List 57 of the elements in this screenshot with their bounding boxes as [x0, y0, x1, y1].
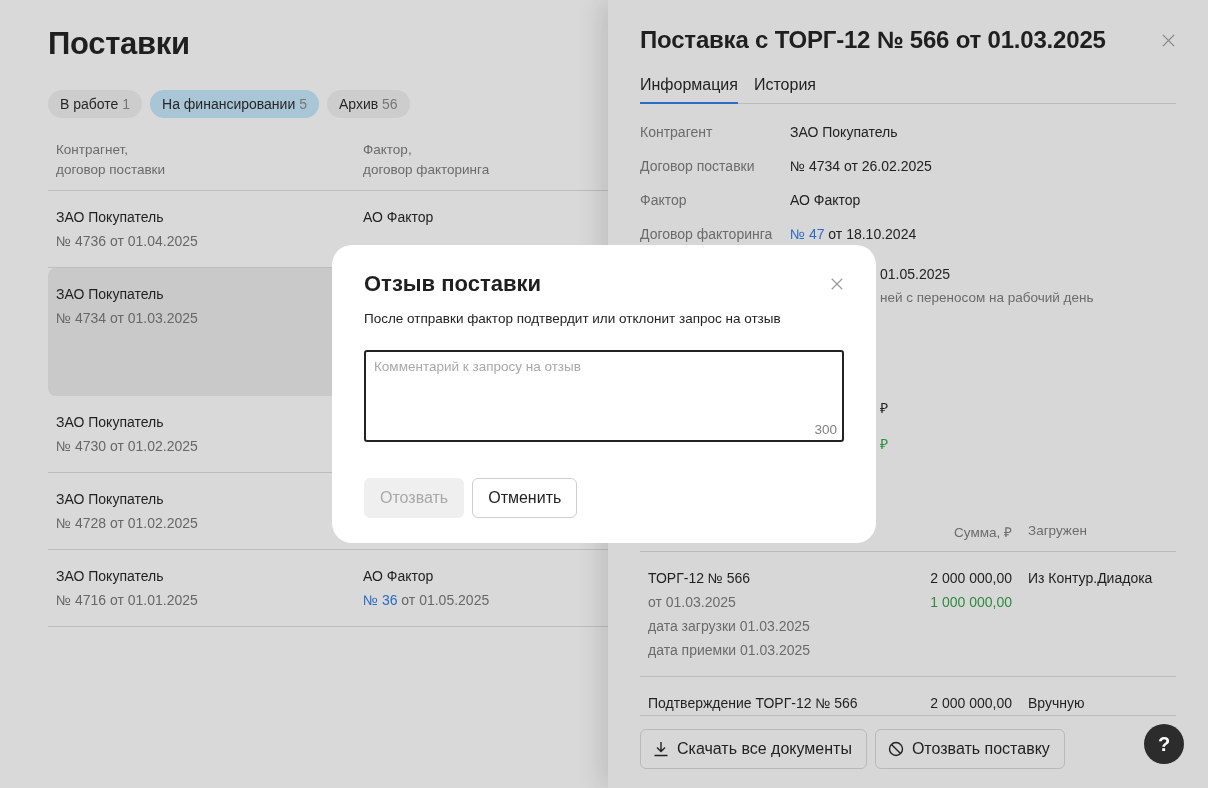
- download-icon: [653, 741, 669, 757]
- funded-amount: 1 000 000,00: [929, 593, 1012, 612]
- column-header: Контрагнет, договор поставки: [56, 141, 167, 179]
- field-label: Договор поставки: [640, 158, 756, 176]
- revoke-button[interactable]: Отозвать поставку: [874, 729, 1065, 769]
- prohibited-icon: [887, 741, 904, 757]
- factor-name: АО Фактор: [363, 567, 435, 586]
- tab[interactable]: Информация: [640, 76, 738, 104]
- column-header: Сумма, ₽: [953, 524, 1012, 541]
- field-value: № 4734 от 26.02.2025: [790, 158, 932, 174]
- counterparty-name: ЗАО Покупатель: [56, 413, 165, 432]
- field-label: Фактор: [640, 192, 688, 210]
- close-icon[interactable]: [1161, 32, 1176, 48]
- cancel-button[interactable]: Отменить: [472, 478, 578, 518]
- field-label: Договор факторинга: [640, 226, 774, 244]
- counterparty-name: ЗАО Покупатель: [56, 285, 165, 304]
- column-header: Загружен: [1028, 523, 1088, 540]
- document-detail: от 01.03.2025: [648, 593, 737, 612]
- field-value: 01.05.2025: [880, 266, 952, 284]
- page-title: Поставки: [48, 26, 191, 63]
- counterparty-name: ЗАО Покупатель: [56, 567, 165, 586]
- contract-link[interactable]: № 47: [790, 226, 825, 242]
- download-button[interactable]: Скачать все документы: [640, 729, 867, 769]
- filter-chip[interactable]: В работе 1: [48, 90, 143, 118]
- contract-link[interactable]: № 36: [363, 592, 398, 608]
- contract-number: № 4736 от 01.04.2025: [56, 232, 199, 251]
- field-value: ₽: [880, 399, 889, 418]
- document-name: Подтверждение ТОРГ-12 № 566: [648, 694, 859, 713]
- document-detail: дата загрузки 01.03.2025: [648, 617, 811, 636]
- document-name: ТОРГ-12 № 566: [648, 569, 752, 588]
- character-limit: 300: [814, 422, 837, 437]
- factor-name: АО Фактор: [363, 208, 435, 227]
- document-source: Из Контур.Диадока: [1028, 569, 1154, 588]
- panel-title: Поставка с ТОРГ-12 № 566 от 01.03.2025: [640, 26, 1106, 54]
- field-label: Контрагент: [640, 124, 714, 142]
- contract-number: № 4728 от 01.02.2025: [56, 514, 199, 533]
- contract-date: от 01.05.2025: [400, 592, 490, 608]
- contract-number: № 4716 от 01.01.2025: [56, 591, 199, 610]
- contract-number: № 4734 от 01.03.2025: [56, 309, 199, 328]
- contract-number: № 4730 от 01.02.2025: [56, 437, 199, 456]
- column-header: Фактор, договор факторинга: [363, 141, 491, 179]
- field-value: ₽: [880, 435, 889, 453]
- filter-chip[interactable]: На финансировании 5: [150, 90, 319, 118]
- counterparty-name: ЗАО Покупатель: [56, 490, 165, 509]
- filter-chip[interactable]: Архив 56: [326, 90, 410, 118]
- document-amount: 2 000 000,00: [929, 694, 1012, 713]
- document-amount: 2 000 000,00: [929, 569, 1012, 588]
- field-value: ЗАО Покупатель: [790, 124, 898, 140]
- tab[interactable]: История: [753, 76, 816, 104]
- field-value: АО Фактор: [790, 192, 861, 208]
- dialog-title: Отзыв поставки: [364, 271, 541, 297]
- document-detail: дата приемки 01.03.2025: [648, 641, 812, 660]
- close-icon[interactable]: [830, 277, 844, 291]
- document-source: Вручную: [1028, 694, 1086, 713]
- field-note: ней с переносом на рабочий день: [880, 290, 1094, 307]
- field-value: от 18.10.2024: [827, 226, 917, 242]
- counterparty-name: ЗАО Покупатель: [56, 208, 165, 227]
